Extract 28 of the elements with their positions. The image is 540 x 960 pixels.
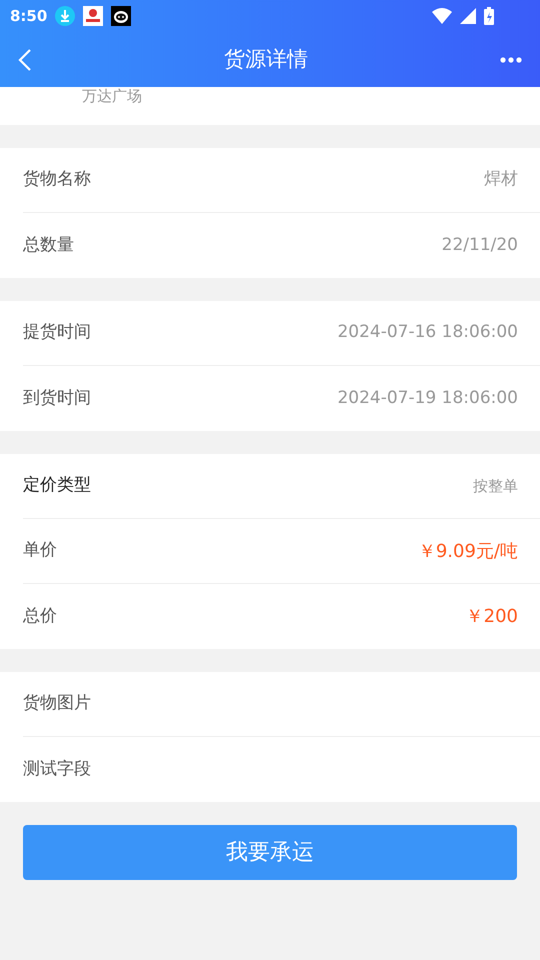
field-label: 定价类型 [23,474,91,498]
carry-button[interactable]: 我要承运 [23,825,517,880]
field-label: 货物图片 [23,692,91,716]
field-value: 2024-07-19 18:06:00 [337,386,518,410]
more-icon[interactable] [500,56,522,62]
field-value: ￥9.09元/吨 [418,540,518,564]
status-time: 8:50 [10,6,48,27]
signal-icon [460,8,476,24]
field-value: 焊材 [484,168,518,192]
robot-icon [111,6,132,26]
page-title: 货源详情 [224,46,308,73]
field-value: 按整单 [473,476,518,497]
app-icon [83,6,104,26]
field-label: 测试字段 [23,758,91,781]
field-label: 提货时间 [23,321,91,344]
back-icon[interactable] [18,48,32,72]
field-value: ￥200 [466,605,518,629]
field-label: 单价 [23,539,57,562]
field-label: 总价 [23,604,57,628]
field-value: 2024-07-16 18:06:00 [337,321,518,344]
field-label: 总数量 [23,234,74,257]
address-text: 万达广场 [82,87,142,105]
field-label: 到货时间 [23,386,91,410]
download-icon [55,6,76,26]
field-label: 货物名称 [23,168,91,192]
battery-icon [484,7,494,25]
wifi-icon [432,8,452,24]
field-value: 22/11/20 [442,234,518,257]
